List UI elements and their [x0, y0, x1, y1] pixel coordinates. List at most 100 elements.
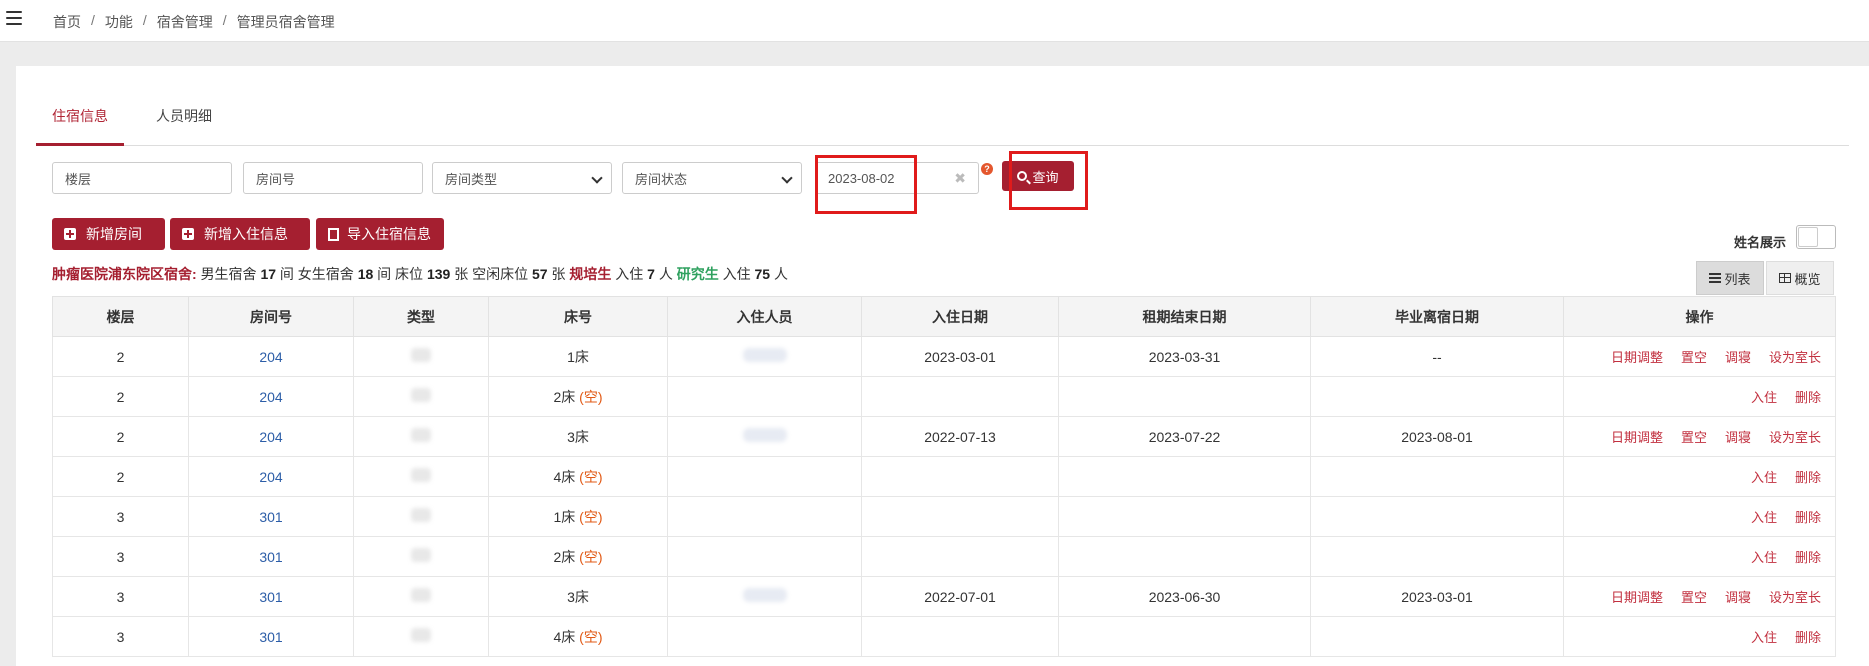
row-action[interactable]: 删除: [1795, 507, 1821, 526]
cell-floor: 2: [52, 416, 189, 457]
clear-icon[interactable]: ✖: [954, 170, 966, 187]
room-number-input[interactable]: 房间号: [243, 162, 423, 194]
room-link[interactable]: 301: [259, 509, 282, 525]
row-action[interactable]: 置空: [1681, 347, 1707, 366]
summary-text: 间 女生宿舍: [279, 266, 354, 282]
cell-bed: 3床: [488, 416, 668, 457]
room-status-select[interactable]: 房间状态: [622, 162, 802, 194]
cell-room: 204: [188, 416, 354, 457]
overview-button[interactable]: 概览: [1766, 261, 1834, 295]
name-display-toggle[interactable]: [1796, 225, 1836, 249]
row-action[interactable]: 日期调整: [1611, 427, 1663, 446]
row-action[interactable]: 调寝: [1725, 587, 1751, 606]
cell-occupant: [667, 576, 862, 617]
row-action[interactable]: 设为室长: [1769, 427, 1821, 446]
help-icon[interactable]: ?: [981, 163, 993, 175]
cell-checkin-date: 2022-07-13: [861, 416, 1059, 457]
summary-free-beds: 57: [531, 266, 548, 282]
room-type-value: 房间类型: [445, 171, 498, 187]
cell-graduation-leave: [1310, 536, 1564, 577]
room-link[interactable]: 301: [259, 589, 282, 605]
room-link[interactable]: 204: [259, 389, 282, 405]
cell-occupant: [667, 496, 862, 537]
row-action[interactable]: 入住: [1751, 507, 1777, 526]
cell-type: [353, 376, 489, 417]
room-link[interactable]: 204: [259, 469, 282, 485]
content-panel: 住宿信息 人员明细 楼层 房间号 房间类型 房间状态 2023-08-02 ✖ ?…: [16, 66, 1869, 666]
cell-graduation-leave: [1310, 616, 1564, 657]
room-link[interactable]: 301: [259, 629, 282, 645]
summary-text: 人: [658, 266, 673, 282]
row-action[interactable]: 入住: [1751, 547, 1777, 566]
bed-label: 4床: [553, 628, 576, 645]
row-action[interactable]: 调寝: [1725, 427, 1751, 446]
cell-operations: 入住 删除: [1563, 496, 1836, 537]
header-lease-end: 租期结束日期: [1058, 296, 1311, 337]
overview-label: 概览: [1794, 271, 1821, 287]
row-action[interactable]: 日期调整: [1611, 587, 1663, 606]
cell-type: [353, 576, 489, 617]
occupant-name-redacted[interactable]: [742, 428, 787, 442]
dorm-table: 楼层 房间号 类型 床号 入住人员 入住日期 租期结束日期 毕业离宿日期 操作 …: [52, 296, 1836, 657]
cell-operations: 入住 删除: [1563, 616, 1836, 657]
summary-text: 入住: [615, 266, 644, 282]
occupant-name-redacted[interactable]: [742, 588, 787, 602]
header-bed: 床号: [488, 296, 668, 337]
list-view-button[interactable]: 列表: [1696, 261, 1764, 295]
row-action[interactable]: 设为室长: [1769, 587, 1821, 606]
cell-operations: 日期调整 置空 调寝 设为室长: [1563, 576, 1836, 617]
summary-grad-count: 75: [754, 266, 771, 282]
summary-trainee-count: 7: [647, 266, 655, 282]
bed-label: 1床: [567, 348, 589, 365]
tab-personnel-detail[interactable]: 人员明细: [140, 106, 220, 146]
floor-input[interactable]: 楼层: [52, 162, 232, 194]
breadcrumb-functions[interactable]: 功能: [105, 12, 133, 32]
cell-type: [353, 336, 489, 377]
table-body: 2 204 1床 2023-03-01 2023-03-31 -- 日期调整 置空 调寝 设为室长…: [52, 336, 1836, 657]
import-checkin-button[interactable]: 导入住宿信息: [316, 218, 444, 250]
bed-label: 4床: [553, 468, 576, 485]
hamburger-menu-icon[interactable]: [6, 11, 22, 25]
table-row: 3 301 4床 (空) 入住 删除: [52, 616, 1836, 657]
room-type-redacted: [411, 628, 431, 642]
tab-lodging-info[interactable]: 住宿信息: [36, 106, 124, 146]
row-action[interactable]: 删除: [1795, 547, 1821, 566]
occupant-name-redacted[interactable]: [742, 348, 787, 362]
cell-lease-end: [1058, 376, 1311, 417]
cell-lease-end: 2023-03-31: [1058, 336, 1311, 377]
summary-campus: 肿瘤医院浦东院区宿舍:: [52, 266, 197, 282]
cell-checkin-date: [861, 456, 1059, 497]
import-checkin-label: 导入住宿信息: [347, 226, 431, 242]
row-action[interactable]: 日期调整: [1611, 347, 1663, 366]
table-row: 3 301 3床 2022-07-01 2023-06-30 2023-03-01 日期调整…: [52, 576, 1836, 617]
row-action[interactable]: 删除: [1795, 387, 1821, 406]
row-action[interactable]: 设为室长: [1769, 347, 1821, 366]
room-link[interactable]: 301: [259, 549, 282, 565]
cell-room: 301: [188, 576, 354, 617]
row-action[interactable]: 置空: [1681, 587, 1707, 606]
room-type-redacted: [411, 428, 431, 442]
row-action[interactable]: 入住: [1751, 627, 1777, 646]
summary-trainee: 规培生: [569, 266, 612, 282]
name-display-label: 姓名展示: [1734, 235, 1787, 250]
cell-room: 204: [188, 456, 354, 497]
row-action[interactable]: 删除: [1795, 467, 1821, 486]
add-checkin-button[interactable]: 新增入住信息: [170, 218, 310, 250]
add-room-button[interactable]: 新增房间: [52, 218, 165, 250]
row-action[interactable]: 删除: [1795, 627, 1821, 646]
breadcrumb-dorm-management[interactable]: 宿舍管理: [157, 12, 213, 32]
room-type-select[interactable]: 房间类型: [432, 162, 612, 194]
cell-graduation-leave: 2023-08-01: [1310, 416, 1564, 457]
cell-checkin-date: [861, 616, 1059, 657]
breadcrumb-home[interactable]: 首页: [53, 12, 81, 32]
row-action[interactable]: 入住: [1751, 467, 1777, 486]
row-action[interactable]: 入住: [1751, 387, 1777, 406]
cell-type: [353, 456, 489, 497]
row-action[interactable]: 置空: [1681, 427, 1707, 446]
cell-graduation-leave: [1310, 456, 1564, 497]
room-link[interactable]: 204: [259, 429, 282, 445]
bed-label: 3床: [567, 428, 589, 445]
row-action[interactable]: 调寝: [1725, 347, 1751, 366]
room-link[interactable]: 204: [259, 349, 282, 365]
chevron-down-icon: [781, 172, 793, 184]
